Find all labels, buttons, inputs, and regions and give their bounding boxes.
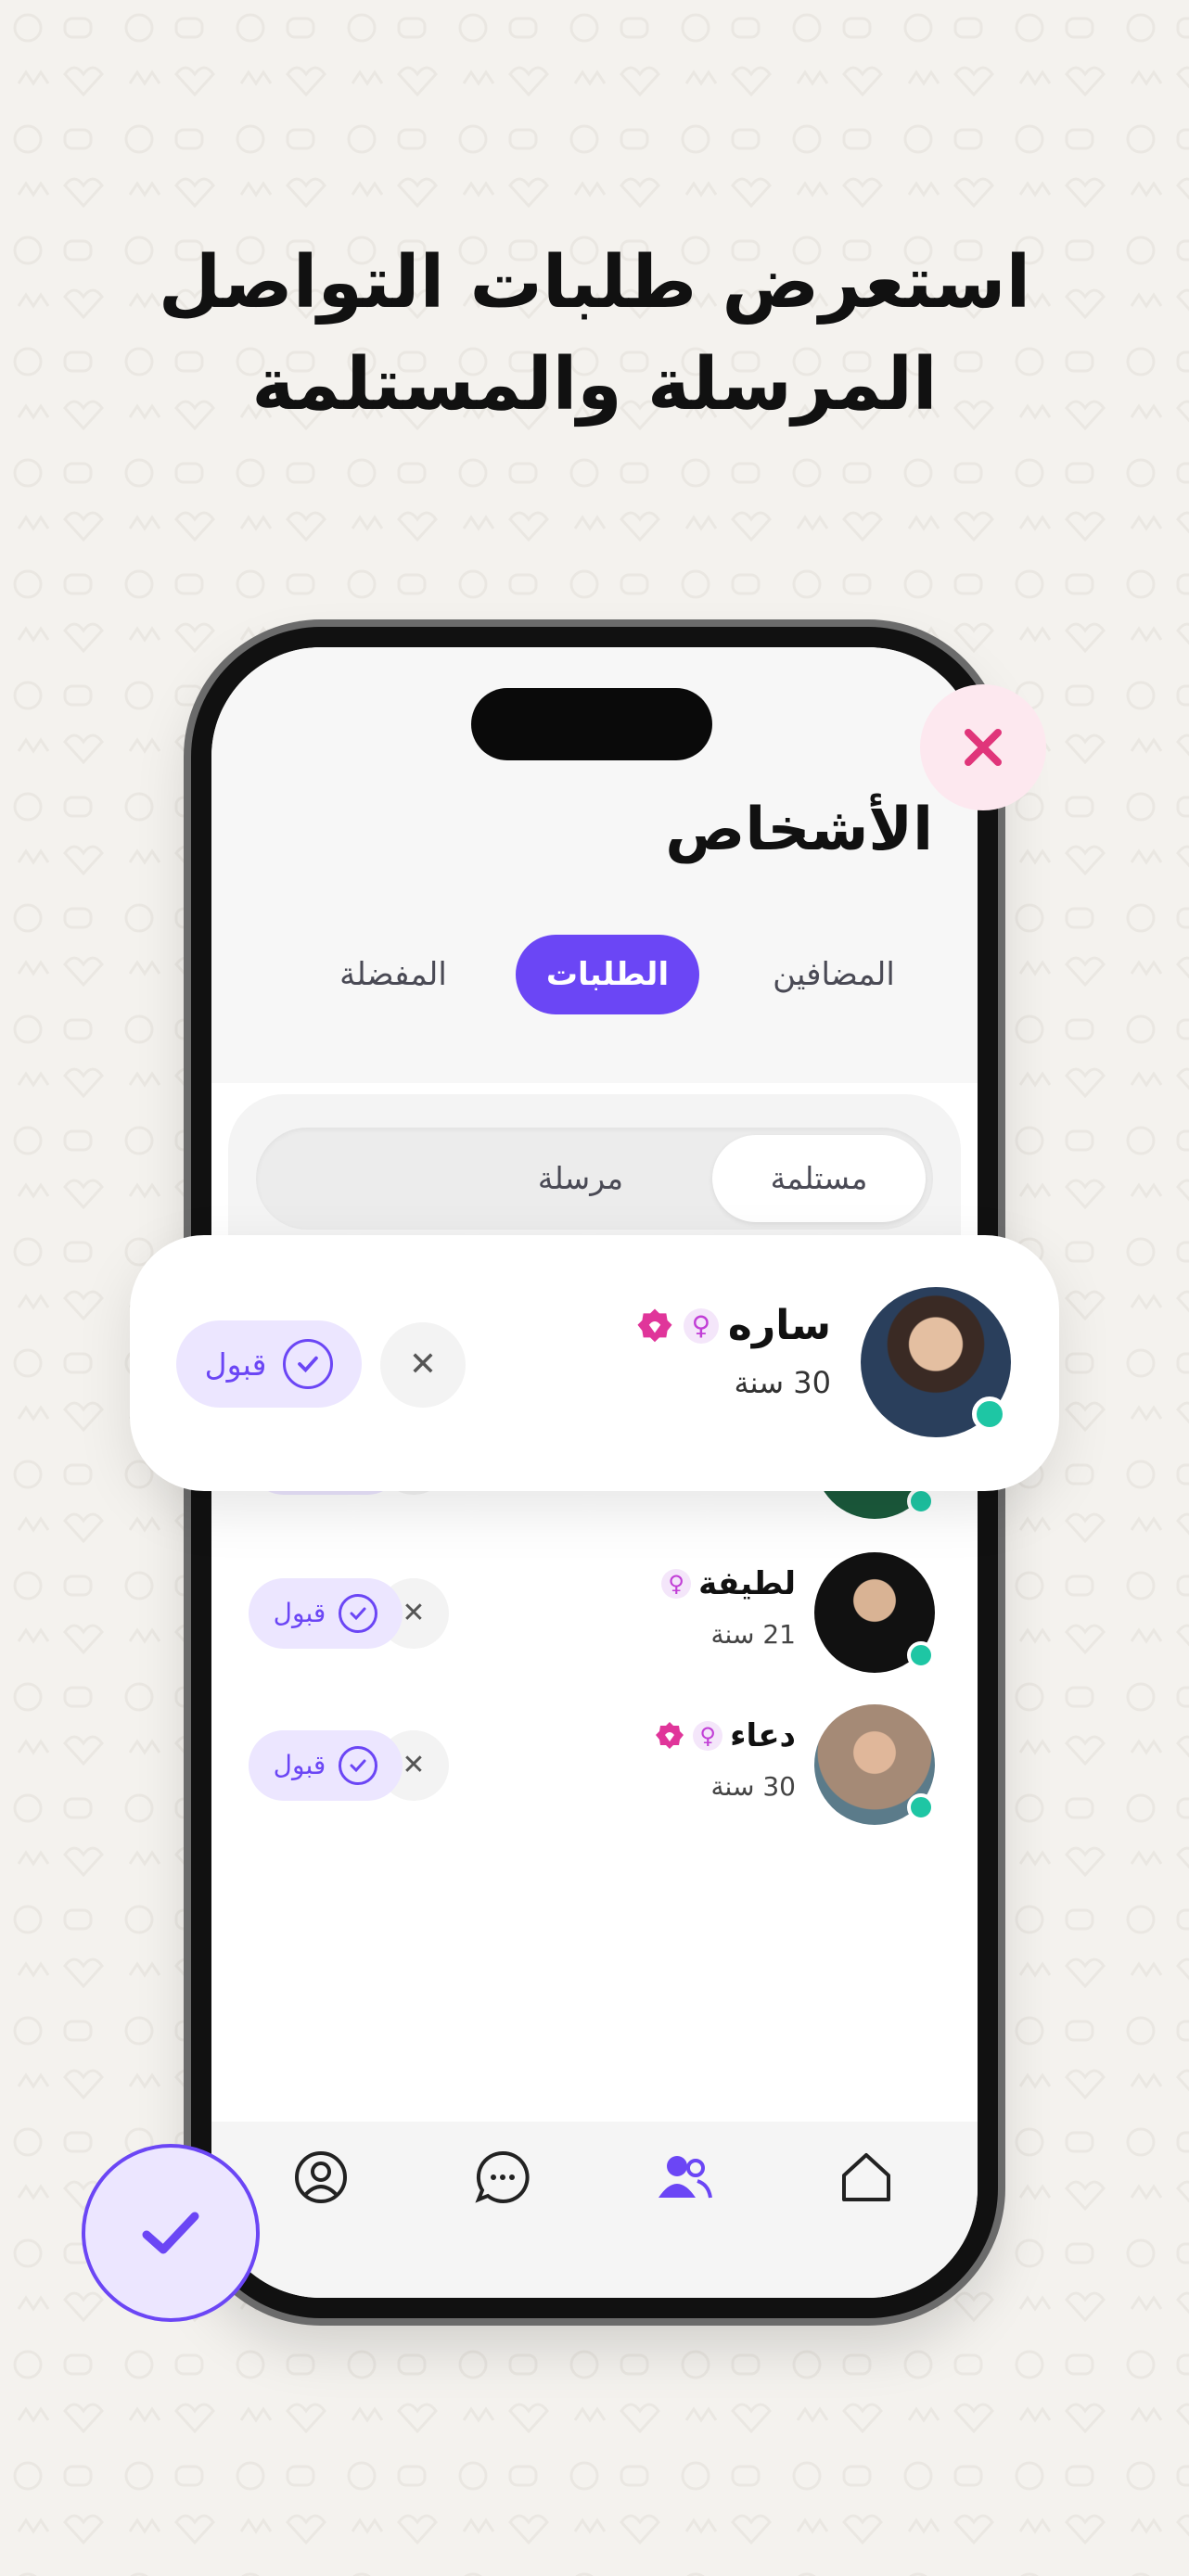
decorative-accept-bubble: [82, 2144, 260, 2322]
name-text: لطيفة: [698, 1565, 796, 1602]
profile-icon[interactable]: [291, 2148, 351, 2207]
name-text: دعاء: [730, 1717, 796, 1754]
user-name: دعاء ♀: [654, 1717, 796, 1754]
segment-sent[interactable]: مرسلة: [488, 1135, 673, 1222]
verified-badge-icon: [637, 1307, 672, 1342]
female-icon: ♀: [693, 1721, 723, 1751]
tab-favorites[interactable]: المفضلة: [319, 935, 467, 1014]
close-icon: [965, 729, 1002, 766]
avatar: [861, 1287, 1011, 1437]
headline-line-1: استعرض طلبات التواصل: [158, 241, 1031, 325]
avatar: [814, 1704, 935, 1825]
verified-badge-icon: [656, 1722, 684, 1749]
page-title: الأشخاص: [665, 796, 933, 864]
check-icon: [283, 1339, 334, 1389]
user-name: ساره ♀: [635, 1302, 831, 1349]
segmented-control: مستلمة مرسلة: [256, 1128, 933, 1230]
close-icon: ✕: [402, 1749, 426, 1781]
headline: استعرض طلبات التواصل المرسلة والمستلمة: [0, 232, 1189, 436]
name-text: ساره: [727, 1302, 831, 1349]
online-indicator: [972, 1396, 1007, 1432]
people-icon[interactable]: [655, 2148, 714, 2207]
online-indicator: [907, 1641, 935, 1669]
close-icon: ✕: [402, 1597, 426, 1629]
check-icon: [142, 2212, 199, 2254]
tab-added[interactable]: المضافين: [746, 935, 922, 1014]
list-item[interactable]: دعاء ♀ 30 سنة ✕ قبول: [211, 1695, 978, 1834]
age-text: 30 سنة: [734, 1365, 831, 1400]
age-text: 30 سنة: [710, 1771, 796, 1802]
online-indicator: [907, 1487, 935, 1515]
headline-line-2: المرسلة والمستلمة: [251, 343, 938, 427]
check-icon: [339, 1594, 378, 1633]
female-icon: ♀: [683, 1307, 719, 1344]
close-icon: ✕: [408, 1345, 438, 1384]
bottom-nav: [211, 2122, 978, 2298]
accept-label: قبول: [204, 1345, 267, 1383]
female-icon: ♀: [661, 1569, 692, 1599]
accept-label: قبول: [273, 1598, 326, 1628]
accept-button[interactable]: قبول: [176, 1320, 362, 1408]
dynamic-island: [471, 688, 712, 760]
online-indicator: [907, 1793, 935, 1821]
user-name: لطيفة ♀: [661, 1565, 796, 1602]
accept-label: قبول: [273, 1750, 326, 1780]
check-icon: [339, 1746, 378, 1785]
age-text: 21 سنة: [710, 1619, 796, 1650]
featured-request-card[interactable]: ساره ♀ 30 سنة ✕ قبول: [130, 1235, 1059, 1491]
home-icon[interactable]: [837, 2148, 896, 2207]
tabs: المضافين الطلبات المفضلة: [211, 935, 978, 1014]
chat-icon[interactable]: [473, 2148, 532, 2207]
avatar: [814, 1552, 935, 1673]
decorative-reject-bubble: [920, 684, 1046, 810]
accept-button[interactable]: قبول: [249, 1730, 403, 1801]
accept-button[interactable]: قبول: [249, 1578, 403, 1649]
segment-received[interactable]: مستلمة: [712, 1135, 926, 1222]
reject-button[interactable]: ✕: [380, 1322, 466, 1408]
list-item[interactable]: لطيفة ♀ 21 سنة ✕ قبول: [211, 1543, 978, 1682]
tab-requests[interactable]: الطلبات: [516, 935, 699, 1014]
